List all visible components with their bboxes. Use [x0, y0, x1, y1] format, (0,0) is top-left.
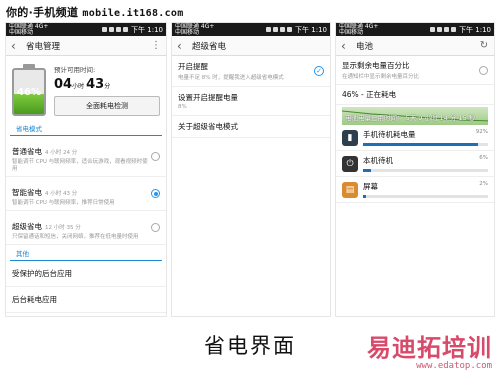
mode-smart[interactable]: 智能省电 4 小时 43 分 智能调节 CPU 与联网频率，推荐日常使用	[6, 177, 166, 211]
status-time: 下午 1:10	[295, 25, 327, 34]
watermark-brand: 易迪拓培训	[367, 334, 492, 362]
mode-hours: 4 小时 43 分	[45, 191, 78, 197]
battery-status: 46% - 正在耗电	[342, 90, 397, 99]
status-time: 下午 1:10	[459, 25, 491, 34]
signal-icon: ▮	[342, 129, 358, 146]
estimate-hours: 04	[54, 77, 73, 92]
title-bar: ‹ 超级省电	[172, 36, 330, 56]
mode-desc: 智能调节 CPU 与联网频率，推荐日常使用	[12, 200, 115, 206]
power-icon: ⏻	[342, 155, 358, 172]
refresh-icon[interactable]: ↻	[479, 40, 489, 51]
status-icons	[266, 27, 293, 32]
app-name: 屏幕	[363, 182, 378, 191]
app-usage-item[interactable]: ⏻ 本机待机 6%	[336, 151, 494, 177]
mode-super[interactable]: 超级省电 12 小时 35 分 只保留通话和短信，关闭网络，推荐在低电量时使用	[6, 211, 166, 245]
item-name: 开启提醒	[178, 62, 208, 71]
power-manager-screen: 中国联通 4G+ 中国移动 下午 1:10 ‹ 省电管理 ⋮ 46% 预计可用时…	[5, 22, 167, 317]
screen-title: 省电管理	[26, 41, 61, 52]
battery-screen: 中国联通 4G+ 中国移动 下午 1:10 ‹ 电池 ↻ 显示剩余电量百分比 在…	[335, 22, 495, 317]
status-bar: 中国联通 4G+ 中国移动 下午 1:10	[336, 23, 494, 36]
watermark-logo: 易迪拓培训 www.edatop.com	[367, 328, 492, 371]
app-usage-bar	[363, 143, 478, 146]
full-check-button[interactable]: 全面耗电检测	[54, 96, 160, 116]
screen-title: 电池	[356, 41, 374, 52]
site-url: mobile.it168.com	[82, 8, 184, 19]
background-apps-item[interactable]: 后台耗电应用	[6, 287, 166, 313]
battery-percent: 46%	[17, 87, 41, 98]
super-saver-screen: 中国联通 4G+ 中国移动 下午 1:10 ‹ 超级省电 开启提醒 电量不足 8…	[171, 22, 331, 317]
usage-graph[interactable]: 电池电量已用时间： 5天 9 小时 14 分 15 秒	[342, 107, 488, 125]
mode-radio[interactable]	[151, 223, 160, 232]
estimate-minutes: 43	[86, 77, 105, 92]
hours-unit: 小时	[72, 83, 85, 90]
item-desc: 8%	[178, 104, 187, 110]
app-usage-bar	[363, 195, 366, 198]
status-time: 下午 1:10	[131, 25, 163, 34]
usage-time: 电池电量已用时间： 5天 9 小时 14 分 15 秒	[345, 114, 476, 122]
reminder-level-item[interactable]: 设置开启提醒电量 8%	[172, 87, 330, 116]
back-icon[interactable]: ‹	[341, 39, 353, 53]
mode-hours: 4 小时 24 分	[45, 150, 78, 156]
app-usage-bar	[363, 169, 371, 172]
item-name: 显示剩余电量百分比	[342, 61, 410, 70]
checkmark-icon[interactable]: ✓	[314, 66, 324, 76]
item-name: 设置开启提醒电量	[178, 93, 238, 102]
status-bar: 中国联通 4G+ 中国移动 下午 1:10	[6, 23, 166, 36]
item-desc: 电量不足 8% 时，提醒我进入超级省电模式	[178, 75, 284, 81]
mode-radio[interactable]	[151, 151, 160, 161]
title-bar: ‹ 电池 ↻	[336, 36, 494, 56]
show-percent-item[interactable]: 显示剩余电量百分比 在通知栏中显示剩余电量百分比	[336, 56, 494, 85]
app-percent: 6%	[479, 155, 488, 161]
app-percent: 92%	[475, 129, 488, 135]
estimate-label: 预计可用时间:	[54, 66, 96, 74]
back-icon[interactable]: ‹	[177, 39, 189, 53]
site-name: 你的·手机频道	[6, 6, 79, 19]
mode-name: 超级省电	[12, 222, 42, 231]
site-label: 你的·手机频道 mobile.it168.com	[6, 4, 184, 20]
mode-hours: 12 小时 35 分	[45, 225, 81, 231]
about-super-saver-item[interactable]: 关于超级省电模式	[172, 116, 330, 138]
back-icon[interactable]: ‹	[11, 39, 23, 53]
toggle-circle[interactable]	[479, 65, 488, 75]
item-name: 关于超级省电模式	[178, 122, 238, 131]
carrier-2: 中国移动	[175, 28, 200, 36]
screen-title: 超级省电	[192, 41, 227, 52]
app-percent: 2%	[479, 181, 488, 187]
estimate-value: 04小时 43分	[54, 77, 160, 92]
other-header: 其他	[10, 245, 162, 261]
carrier-2: 中国移动	[9, 28, 34, 36]
screen-icon: ▤	[342, 181, 358, 198]
mode-normal[interactable]: 普通省电 4 小时 24 分 智能调节 CPU 与联网频率，适合玩游戏，观看视频时…	[6, 136, 166, 177]
item-desc: 在通知栏中显示剩余电量百分比	[342, 74, 420, 80]
modes-header: 省电模式	[10, 120, 162, 136]
status-icons	[430, 27, 457, 32]
minutes-unit: 分	[104, 83, 111, 90]
carrier-2: 中国移动	[339, 28, 364, 36]
mode-desc: 只保留通话和短信，关闭网络，推荐在低电量时使用	[12, 234, 139, 240]
app-name: 本机待机	[363, 156, 393, 165]
mode-name: 智能省电	[12, 188, 42, 197]
title-bar: ‹ 省电管理 ⋮	[6, 36, 166, 56]
battery-summary: 46% 预计可用时间: 04小时 43分 全面耗电检测	[6, 56, 166, 120]
status-icons	[102, 27, 129, 32]
app-name: 手机待机耗电量	[363, 130, 416, 139]
mode-name: 普通省电	[12, 147, 42, 156]
battery-status-row: 46% - 正在耗电	[336, 85, 494, 105]
status-bar: 中国联通 4G+ 中国移动 下午 1:10	[172, 23, 330, 36]
protected-apps-item[interactable]: 受保护的后台应用	[6, 261, 166, 287]
mode-desc: 智能调节 CPU 与联网频率，适合玩游戏，观看视频时使用	[12, 159, 148, 172]
enable-reminder-item[interactable]: 开启提醒 电量不足 8% 时，提醒我进入超级省电模式 ✓	[172, 56, 330, 87]
more-vert-icon[interactable]: ⋮	[151, 40, 161, 51]
mode-radio[interactable]	[151, 189, 160, 198]
battery-icon: 46%	[12, 64, 46, 116]
app-usage-item[interactable]: ▤ 屏幕 2%	[336, 177, 494, 203]
app-usage-item[interactable]: ▮ 手机待机耗电量 92%	[336, 125, 494, 151]
